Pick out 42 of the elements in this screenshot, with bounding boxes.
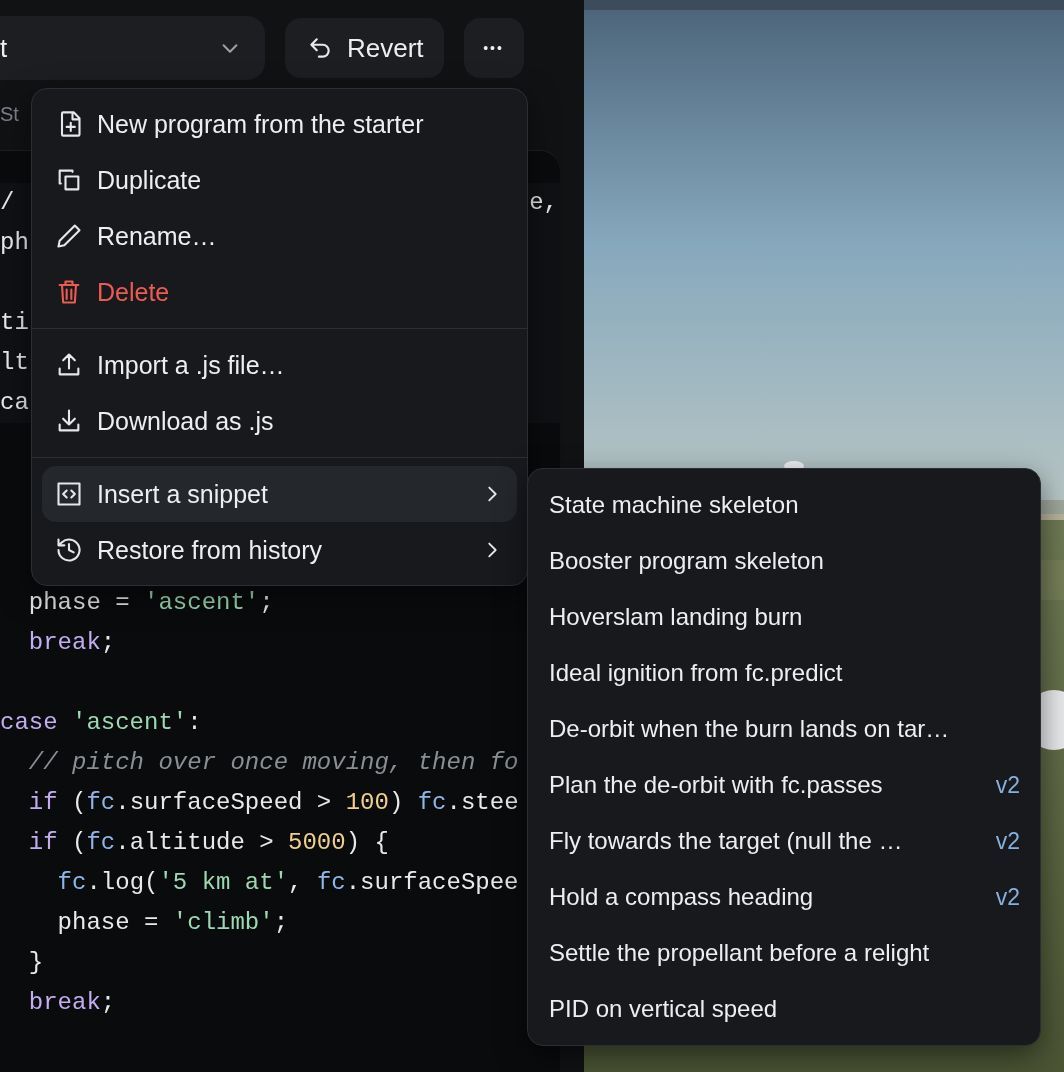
code-line: // pitch over once moving, then fo (27, 748, 519, 778)
code-icon (55, 480, 83, 508)
menu-item[interactable]: Import a .js file… (42, 337, 517, 393)
pencil-icon (55, 222, 83, 250)
code-line: lt (0, 348, 29, 378)
code-line: case 'ascent': (0, 708, 202, 738)
menu-item[interactable]: Hoverslam landing burn (528, 589, 1040, 645)
program-select[interactable]: t (0, 16, 265, 80)
code-line: phase = 'ascent'; (27, 588, 274, 618)
menu-item[interactable]: Delete (42, 264, 517, 320)
code-line: phase = 'climb'; (56, 908, 289, 938)
menu-item[interactable]: Fly towards the target (null the … v2 (528, 813, 1040, 869)
menu-item[interactable]: Rename… (42, 208, 517, 264)
code-line: ca (0, 388, 29, 418)
menu-item[interactable]: Settle the propellant before a relight (528, 925, 1040, 981)
more-button[interactable]: ••• (463, 18, 524, 78)
menu-item[interactable]: Plan the de-orbit with fc.passes v2 (528, 757, 1040, 813)
code-line: break; (27, 988, 116, 1018)
code-line: if (fc.altitude > 5000) { (27, 828, 389, 858)
status-text: St (0, 103, 19, 125)
menu-item[interactable]: State machine skeleton (528, 477, 1040, 533)
menu-item[interactable]: Insert a snippet (42, 466, 517, 522)
menu-item[interactable]: PID on vertical speed (528, 981, 1040, 1037)
menu-item[interactable]: New program from the starter (42, 96, 517, 152)
code-line: e, (529, 188, 559, 218)
menu-item[interactable]: Restore from history (42, 522, 517, 578)
code-line: fc.log('5 km at', fc.surfaceSpee (56, 868, 519, 898)
code-line: / (0, 188, 15, 218)
code-line: break; (27, 628, 116, 658)
menu-item[interactable]: De-orbit when the burn lands on tar… (528, 701, 1040, 757)
undo-icon (307, 35, 333, 61)
menu-item[interactable]: Duplicate (42, 152, 517, 208)
history-icon (55, 536, 83, 564)
code-line: } (27, 948, 44, 978)
menu-item[interactable]: Download as .js (42, 393, 517, 449)
menu-item[interactable]: Booster program skeleton (528, 533, 1040, 589)
revert-button[interactable]: Revert (285, 18, 444, 78)
code-line: ti (0, 308, 29, 338)
code-line: ph (0, 228, 29, 258)
menu-item[interactable]: Hold a compass heading v2 (528, 869, 1040, 925)
code-line: if (fc.surfaceSpeed > 100) fc.stee (27, 788, 519, 818)
menu-item[interactable]: Ideal ignition from fc.predict (528, 645, 1040, 701)
